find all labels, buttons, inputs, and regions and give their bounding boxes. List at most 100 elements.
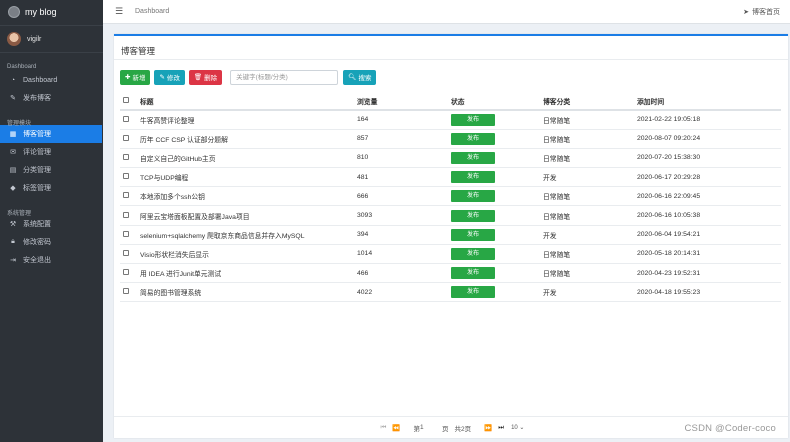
table-icon: ▦ [9, 131, 17, 138]
first-page-icon[interactable]: ⏮ [381, 424, 387, 432]
row-checkbox[interactable] [123, 211, 129, 218]
table-row[interactable]: TCP与UDP编程 481 发布 开发 2020-06-17 20:29:28 [120, 167, 781, 188]
sidebar-item-comments[interactable]: ✉ 评论管理 [0, 143, 103, 161]
prev-page-icon[interactable]: ⏪ [392, 424, 400, 432]
table-body: 牛客高赞评论整理 164 发布 日常随笔 2021-02-22 19:05:18 历年 C… [120, 110, 781, 303]
cell-views: 466 [354, 263, 448, 284]
row-select-cell [120, 110, 137, 130]
cell-title: 本地添加多个ssh公钥 [137, 186, 354, 207]
search-label: 搜索 [358, 75, 372, 82]
row-checkbox[interactable] [123, 288, 129, 295]
status-badge[interactable]: 发布 [451, 113, 495, 126]
row-checkbox[interactable] [123, 269, 129, 276]
column-header-title[interactable]: 标题 [137, 92, 354, 111]
sidebar-item-password[interactable]: 🔒︎ 修改密码 [0, 233, 103, 251]
delete-button[interactable]: 🗑︎ 删除 [188, 69, 223, 85]
cell-title: 牛客高赞评论整理 [137, 110, 354, 130]
trash-icon: 🗑︎ [193, 74, 203, 81]
edit-button[interactable]: ✎ 修改 [154, 69, 185, 85]
column-header-views[interactable]: 浏览量 [354, 92, 448, 111]
sidebar-item-blog-manage[interactable]: ▦ 博客管理 [0, 125, 102, 143]
cell-status: 发布 [448, 148, 540, 169]
tags-icon: ◆ [10, 185, 16, 192]
table-row[interactable]: 用 IDEA 进行Junit单元测试 466 发布 日常随笔 2020-04-23 19… [120, 263, 781, 284]
row-select-cell [120, 225, 137, 245]
status-badge[interactable]: 发布 [451, 228, 495, 241]
cell-status: 发布 [448, 110, 540, 130]
search-icon: 🔍︎ [348, 74, 357, 81]
table-row[interactable]: Visio形状栏消失后显示 1014 发布 日常随笔 2020-05-18 20:14:… [120, 244, 781, 265]
table-row[interactable]: 历年 CCF CSP 认证部分题解 857 发布 日常随笔 2020-08-07 09:… [120, 129, 781, 149]
cell-title: 历年 CCF CSP 认证部分题解 [137, 129, 354, 149]
page-total: 共2页 [454, 425, 472, 433]
table-row[interactable]: 牛客高赞评论整理 164 发布 日常随笔 2021-02-22 19:05:18 [120, 110, 781, 130]
row-checkbox[interactable] [123, 153, 129, 160]
column-header-category[interactable]: 博客分类 [540, 92, 634, 111]
row-checkbox[interactable] [123, 192, 129, 199]
page-size-select[interactable]: 10 ⌄ [511, 424, 524, 431]
sidebar-item-publish[interactable]: ✎ 发布博客 [0, 89, 103, 107]
search-input[interactable] [230, 69, 339, 85]
status-badge[interactable]: 发布 [451, 267, 495, 280]
sidebar-item-logout[interactable]: ⇥ 安全退出 [0, 251, 103, 269]
column-header-status[interactable]: 状态 [448, 92, 540, 111]
user-panel[interactable]: vigilr [0, 25, 103, 53]
cell-title: 用 IDEA 进行Junit单元测试 [137, 263, 354, 284]
table-row[interactable]: 自定义自己的GitHub主页 810 发布 日常随笔 2020-07-20 15:38:… [120, 148, 781, 169]
edit-icon: ✎ [159, 74, 165, 81]
row-checkbox[interactable] [123, 230, 129, 237]
top-navbar: ☰ Dashboard ➤ 博客首页 [103, 0, 790, 24]
cell-time: 2020-06-17 20:29:28 [634, 167, 781, 188]
status-badge[interactable]: 发布 [451, 286, 495, 299]
sidebar-item-dashboard[interactable]: ◔ Dashboard [0, 71, 103, 89]
cell-status: 发布 [448, 263, 540, 284]
table-row[interactable]: 简易的图书管理系统 4022 发布 开发 2020-04-18 19:55:23 [120, 282, 781, 303]
cell-views: 1014 [354, 244, 448, 265]
sidebar-item-config[interactable]: ⚒ 系统配置 [0, 215, 103, 233]
row-checkbox[interactable] [123, 115, 129, 122]
blog-home-link[interactable]: ➤ 博客首页 [743, 7, 780, 17]
cell-title: Visio形状栏消失后显示 [137, 244, 354, 265]
row-checkbox[interactable] [123, 249, 129, 256]
last-page-icon[interactable]: ⏭ [498, 424, 504, 432]
add-button[interactable]: ✚ 新增 [120, 69, 151, 85]
table-row[interactable]: 本地添加多个ssh公钥 666 发布 日常随笔 2020-06-16 22:09:45 [120, 186, 781, 207]
status-badge[interactable]: 发布 [451, 190, 495, 203]
sidebar: my blog vigilr Dashboard ◔ Dashboard ✎ 发… [0, 0, 103, 442]
cell-title: selenium+sqlalchemy 爬取京东商品信息并存入MySQL [137, 225, 354, 245]
cell-time: 2020-04-18 19:55:23 [634, 282, 781, 303]
status-badge[interactable]: 发布 [451, 132, 495, 145]
menu-toggle-icon[interactable]: ☰ [115, 6, 125, 17]
row-checkbox[interactable] [123, 134, 129, 141]
table-row[interactable]: 阿里云宝塔面板配置及部署Java项目 3093 发布 日常随笔 2020-06-16 1… [120, 205, 781, 226]
breadcrumb[interactable]: Dashboard [135, 8, 169, 15]
cell-category: 开发 [540, 167, 634, 188]
brand[interactable]: my blog [0, 0, 103, 24]
search-button[interactable]: 🔍︎ 搜索 [343, 69, 377, 85]
sidebar-item-label: 标签管理 [23, 185, 51, 192]
status-badge[interactable]: 发布 [451, 151, 495, 164]
status-badge[interactable]: 发布 [451, 209, 495, 222]
sidebar-item-label: 安全退出 [23, 257, 51, 264]
status-badge[interactable]: 发布 [451, 171, 495, 184]
sidebar-item-tags[interactable]: ◆ 标签管理 [0, 179, 103, 197]
sidebar-item-label: 修改密码 [23, 239, 51, 246]
cell-time: 2020-07-20 15:38:30 [634, 148, 781, 169]
cell-views: 394 [354, 225, 448, 245]
cell-time: 2020-06-04 19:54:21 [634, 225, 781, 245]
cell-status: 发布 [448, 244, 540, 265]
cell-views: 810 [354, 148, 448, 169]
select-all-checkbox[interactable] [123, 96, 129, 103]
row-select-cell [120, 186, 137, 207]
speedometer-icon: ◔ [10, 76, 16, 84]
table-row[interactable]: selenium+sqlalchemy 爬取京东商品信息并存入MySQL 394 发… [120, 225, 781, 245]
row-checkbox[interactable] [123, 173, 129, 180]
watermark: CSDN @Coder-coco [684, 423, 776, 434]
status-badge[interactable]: 发布 [451, 247, 495, 260]
send-icon: ➤ [743, 9, 749, 16]
cell-category: 日常随笔 [540, 148, 634, 169]
sidebar-item-categories[interactable]: ▤ 分类管理 [0, 161, 103, 179]
current-page-input[interactable]: 1 [420, 424, 434, 431]
next-page-icon[interactable]: ⏩ [484, 424, 492, 432]
column-header-time[interactable]: 添加时间 [634, 92, 781, 111]
